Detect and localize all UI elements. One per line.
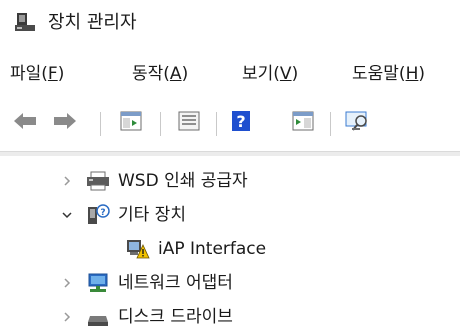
monitor-icon [344, 110, 370, 136]
action-pane-icon [292, 111, 314, 135]
tree-item-network-adapters[interactable]: 네트워크 어댑터 [58, 266, 233, 300]
menu-action[interactable]: 동작(A) [132, 62, 188, 86]
tree-item-label: WSD 인쇄 공급자 [118, 171, 248, 191]
toolbar-separator [160, 112, 161, 136]
properties-button[interactable] [118, 110, 144, 136]
svg-text:?: ? [236, 112, 245, 131]
svg-text:?: ? [100, 208, 105, 218]
forward-arrow-icon [53, 112, 77, 134]
help-icon: ? [231, 110, 251, 136]
menu-view[interactable]: 보기(V) [242, 62, 298, 86]
title-bar: 장치 관리자 [0, 0, 460, 48]
menu-file[interactable]: 파일(F) [10, 62, 64, 86]
toolbar-separator [216, 112, 217, 136]
action-pane-button[interactable] [290, 110, 316, 136]
window-title: 장치 관리자 [48, 12, 137, 33]
console-tree-icon [178, 111, 200, 135]
menu-bar: 파일(F) 동작(A) 보기(V) 도움말(H) [0, 58, 460, 92]
properties-icon [120, 111, 142, 135]
tree-item-wsd-print-provider[interactable]: WSD 인쇄 공급자 [58, 164, 248, 198]
disk-drive-icon [86, 306, 110, 328]
printer-icon [86, 170, 110, 192]
console-tree-button[interactable] [176, 110, 202, 136]
help-button[interactable]: ? [228, 110, 254, 136]
menu-file-accel: F [47, 64, 58, 84]
toolbar: ? [0, 106, 460, 140]
device-manager-icon [14, 12, 36, 34]
network-adapter-icon [86, 272, 110, 294]
toolbar-separator [330, 112, 331, 136]
forward-button[interactable] [52, 110, 78, 136]
back-button[interactable] [12, 110, 38, 136]
menu-action-accel: A [169, 64, 182, 84]
warning-device-icon [126, 238, 150, 260]
menu-help-accel: H [405, 64, 419, 84]
chevron-right-icon[interactable] [58, 172, 76, 190]
tree-item-label: 네트워크 어댑터 [118, 273, 233, 293]
tree-item-label: 디스크 드라이브 [118, 307, 233, 327]
tree-item-disk-drives[interactable]: 디스크 드라이브 [58, 300, 233, 334]
menu-view-accel: V [279, 64, 292, 84]
tree-item-iap-interface[interactable]: iAP Interface [126, 232, 266, 266]
unknown-device-icon: ? [86, 204, 110, 226]
chevron-right-icon[interactable] [58, 308, 76, 326]
menu-help-label: 도움말 [352, 64, 399, 84]
back-arrow-icon [13, 112, 37, 134]
tree-item-label: iAP Interface [158, 239, 267, 259]
menu-help[interactable]: 도움말(H) [352, 62, 425, 86]
toolbar-separator [100, 112, 101, 136]
menu-action-label: 동작 [132, 64, 164, 84]
chevron-down-icon[interactable] [58, 206, 76, 224]
menu-view-label: 보기 [242, 64, 274, 84]
tree-item-other-devices[interactable]: ? 기타 장치 [58, 198, 186, 232]
tree-item-label: 기타 장치 [118, 205, 186, 225]
menu-file-label: 파일 [10, 64, 42, 84]
pane-divider [0, 151, 460, 156]
chevron-right-icon[interactable] [58, 274, 76, 292]
scan-hardware-button[interactable] [344, 110, 370, 136]
